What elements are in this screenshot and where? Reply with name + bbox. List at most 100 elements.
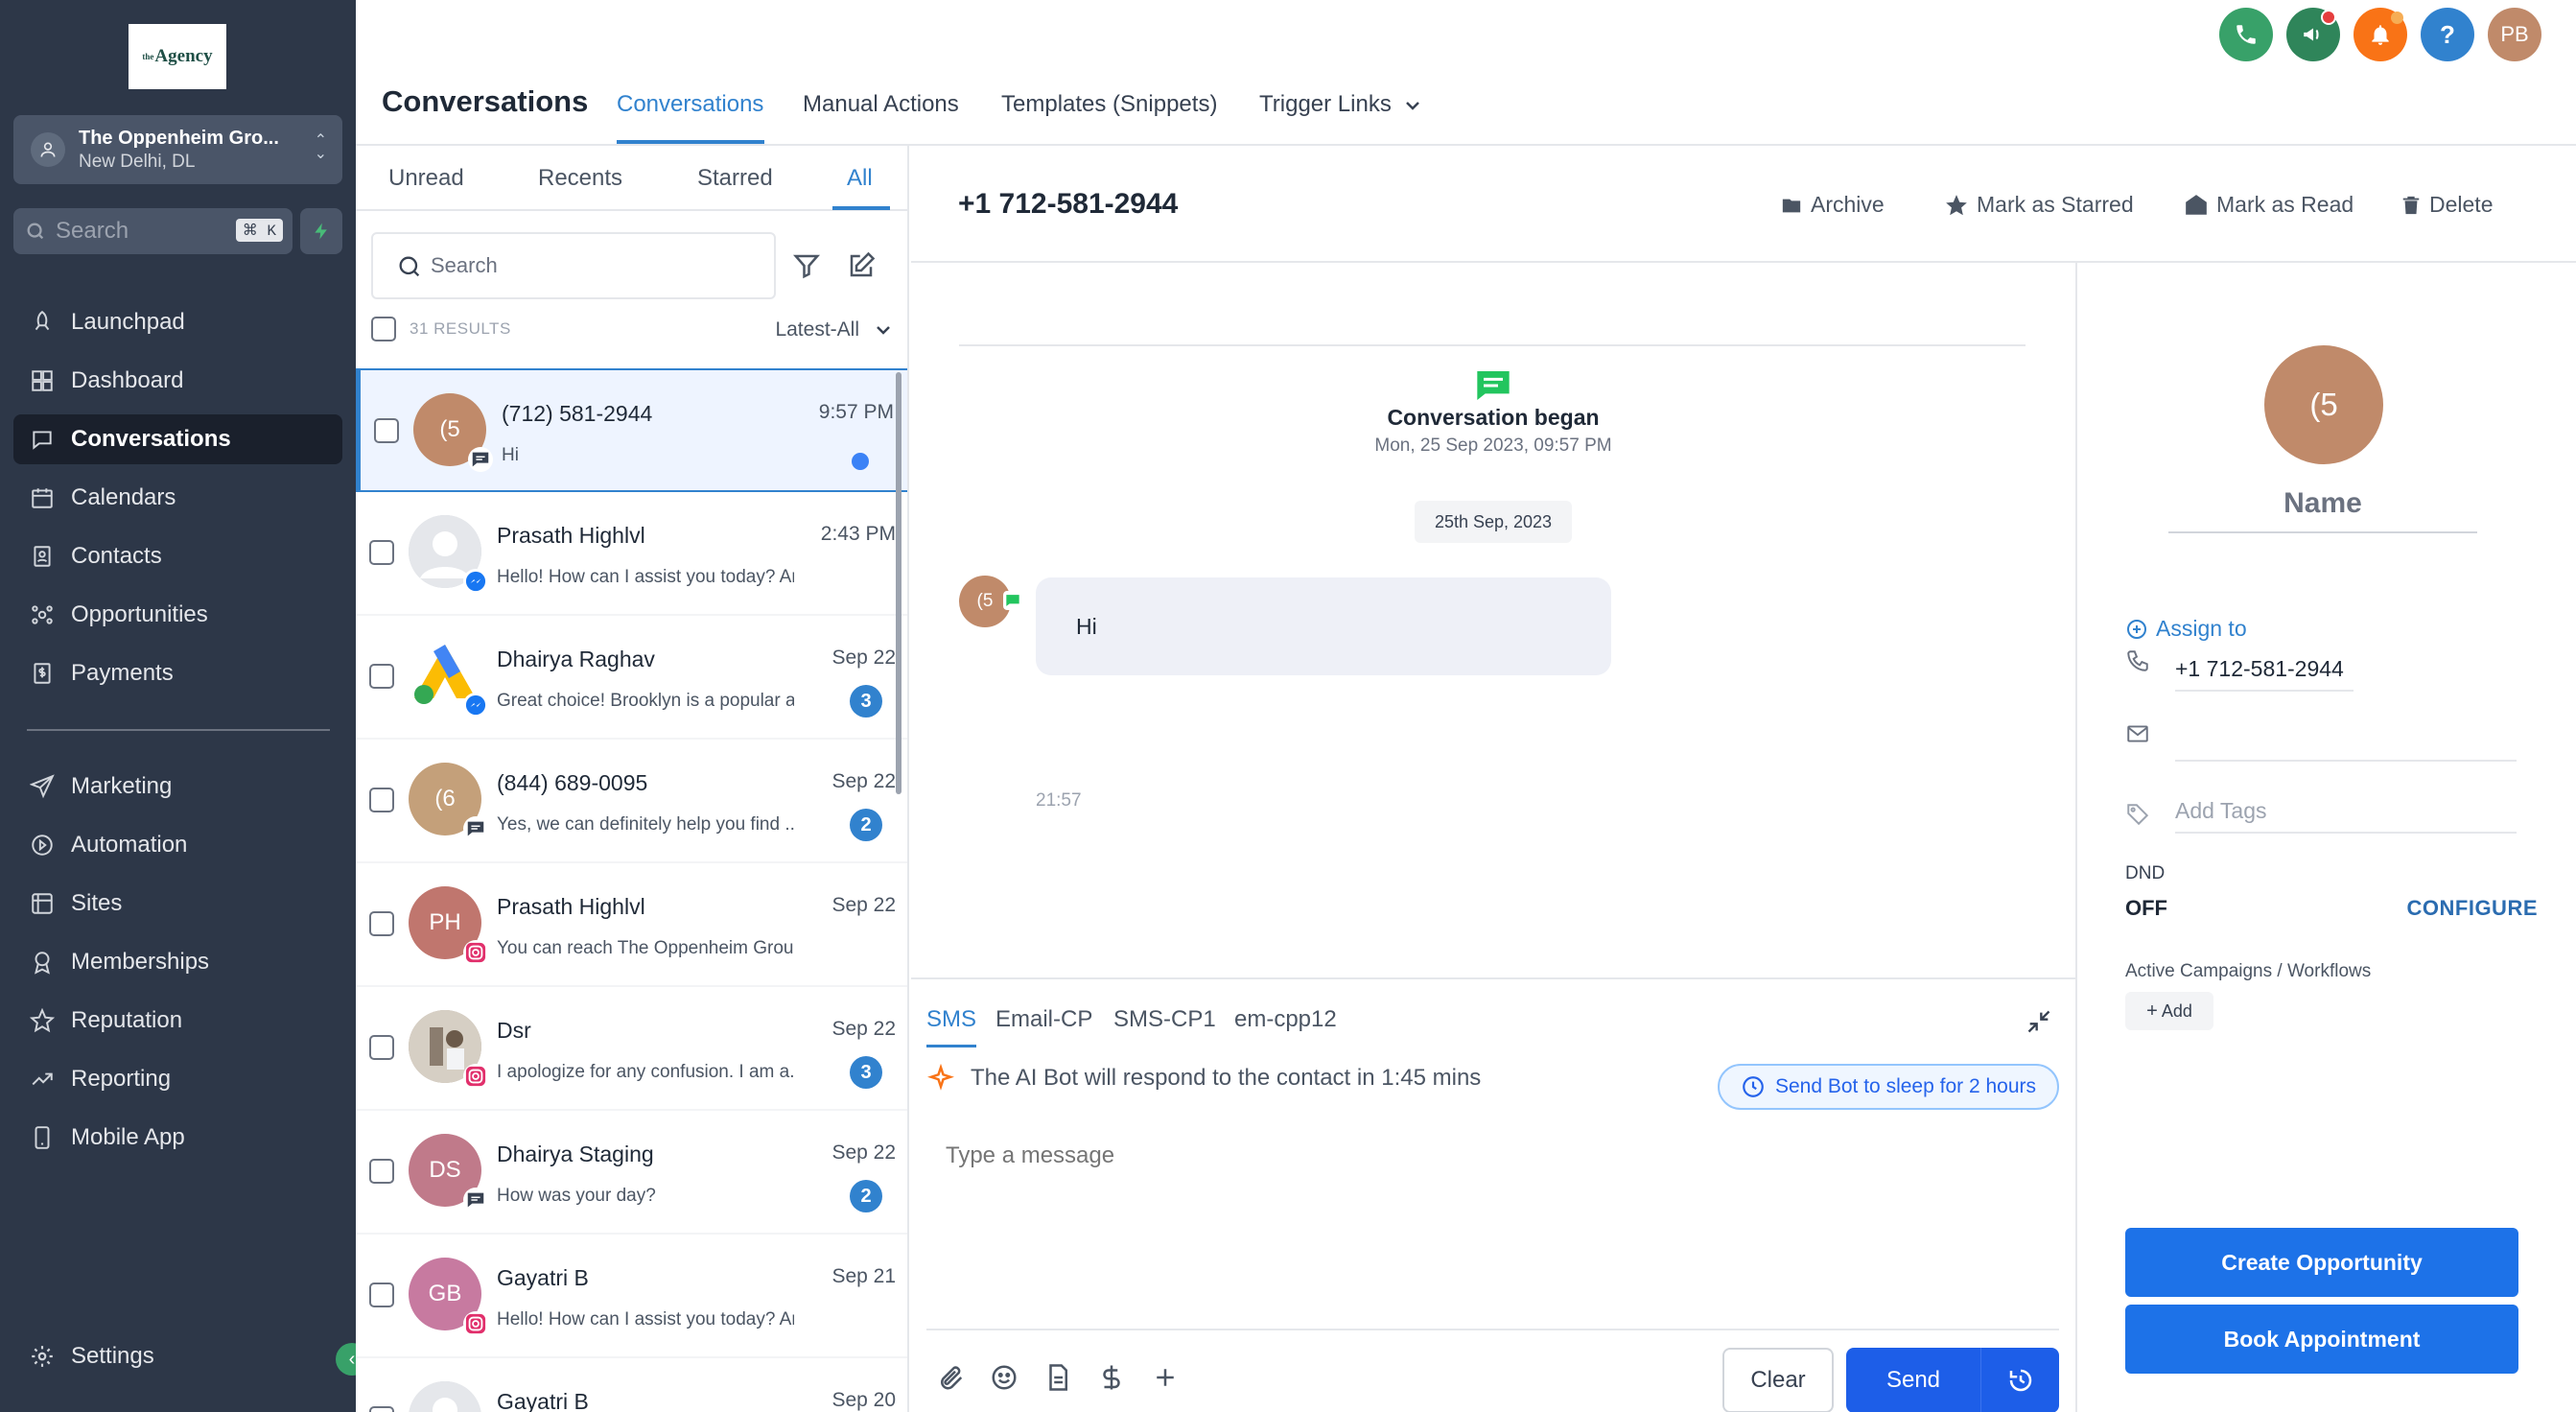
filter-icon[interactable] <box>792 251 821 280</box>
search-shortcut: ⌘ K <box>235 219 283 242</box>
select-all-checkbox[interactable] <box>371 317 396 341</box>
list-item[interactable]: Prasath Highlvl Hello! How can I assist y… <box>356 492 907 616</box>
list-item[interactable]: DS Dhairya Staging How was your day? Sep 22… <box>356 1111 907 1235</box>
sidebar-item-conversations[interactable]: Conversations <box>13 414 342 464</box>
contact-email-field[interactable] <box>2175 725 2517 762</box>
award-icon <box>29 949 56 976</box>
assign-to-button[interactable]: Assign to <box>2125 616 2247 642</box>
phone-button[interactable] <box>2219 8 2273 61</box>
row-checkbox[interactable] <box>369 1283 394 1307</box>
sidebar-item-memberships[interactable]: Memberships <box>13 937 342 987</box>
tab-conversations[interactable]: Conversations <box>617 91 763 118</box>
conversation-header: +1 712-581-2944 Archive Mark as Starred … <box>911 146 2576 263</box>
conversation-search-input[interactable]: Search <box>371 232 776 299</box>
compose-icon[interactable] <box>847 251 876 280</box>
schedule-send-button[interactable] <box>1980 1348 2059 1412</box>
create-opportunity-button[interactable]: Create Opportunity <box>2125 1228 2518 1297</box>
configure-dnd-button[interactable]: CONFIGURE <box>2407 896 2539 921</box>
list-tab-all[interactable]: All <box>847 165 873 192</box>
archive-button[interactable]: Archive <box>1780 192 1885 218</box>
quick-actions-button[interactable] <box>300 208 342 254</box>
list-item[interactable]: Dhairya Raghav Great choice! Brooklyn is … <box>356 616 907 740</box>
sidebar-item-launchpad[interactable]: Launchpad <box>13 297 342 347</box>
contact-phone-row: +1 712-581-2944 <box>2125 648 2354 692</box>
mark-read-button[interactable]: Mark as Read <box>2184 192 2354 218</box>
contact-phone-field[interactable]: +1 712-581-2944 <box>2175 656 2354 692</box>
sidebar-item-payments[interactable]: Payments <box>13 648 342 698</box>
document-icon[interactable] <box>1043 1363 1072 1392</box>
send-bot-sleep-button[interactable]: Send Bot to sleep for 2 hours <box>1718 1064 2059 1110</box>
list-scrollbar[interactable] <box>896 372 902 794</box>
sleep-label: Send Bot to sleep for 2 hours <box>1774 1075 2036 1097</box>
collapse-icon[interactable] <box>2026 1008 2052 1035</box>
sidebar-item-sites[interactable]: Sites <box>13 879 342 929</box>
sidebar-item-calendars[interactable]: Calendars <box>13 473 342 523</box>
plus-icon[interactable] <box>1151 1363 1180 1392</box>
list-tab-starred[interactable]: Starred <box>697 165 773 192</box>
help-button[interactable]: ? <box>2421 8 2474 61</box>
mobile-icon <box>29 1124 56 1151</box>
notifications-button[interactable] <box>2354 8 2407 61</box>
paperclip-icon[interactable] <box>936 1363 965 1392</box>
mark-read-label: Mark as Read <box>2216 192 2354 217</box>
chevron-down-icon <box>1405 102 1419 110</box>
sidebar-item-opportunities[interactable]: Opportunities <box>13 590 342 640</box>
clear-button[interactable]: Clear <box>1722 1348 1834 1412</box>
row-checkbox[interactable] <box>369 1035 394 1060</box>
list-tab-unread[interactable]: Unread <box>388 165 464 192</box>
list-item[interactable]: (5 (712) 581-2944 Hi 9:57 PM <box>356 368 907 492</box>
send-button[interactable]: Send <box>1846 1348 2059 1412</box>
tab-manual-actions[interactable]: Manual Actions <box>803 91 959 118</box>
row-checkbox[interactable] <box>369 1406 394 1412</box>
row-checkbox[interactable] <box>369 664 394 689</box>
contact-name-field[interactable]: Name <box>2168 487 2477 533</box>
ai-bot-text: The AI Bot will respond to the contact i… <box>971 1065 1482 1091</box>
user-avatar[interactable]: PB <box>2488 8 2541 61</box>
add-campaign-button[interactable]: + Add <box>2125 992 2213 1030</box>
sidebar-item-marketing[interactable]: Marketing <box>13 762 342 812</box>
sidebar-item-label: Automation <box>71 832 188 858</box>
row-checkbox[interactable] <box>369 540 394 565</box>
sidebar-item-mobile-app[interactable]: Mobile App <box>13 1113 342 1163</box>
row-checkbox[interactable] <box>369 788 394 812</box>
delete-button[interactable]: Delete <box>2400 192 2493 218</box>
composer-tab-email-cp[interactable]: Email-CP <box>995 1006 1092 1033</box>
sidebar-item-label: Dashboard <box>71 367 184 393</box>
row-checkbox[interactable] <box>369 1159 394 1184</box>
tab-trigger-links-label: Trigger Links <box>1259 91 1392 117</box>
account-switcher[interactable]: The Oppenheim Gro... New Delhi, DL ⌃ ⌄ <box>13 115 342 184</box>
list-item[interactable]: Dsr I apologize for any confusion. I am a… <box>356 987 907 1111</box>
sidebar-item-reporting[interactable]: Reporting <box>13 1054 342 1104</box>
book-appointment-button[interactable]: Book Appointment <box>2125 1305 2518 1374</box>
composer-tab-sms-cp1[interactable]: SMS-CP1 <box>1113 1006 1216 1033</box>
sort-dropdown[interactable]: Latest-All <box>775 318 892 341</box>
message-input[interactable] <box>926 1123 2059 1329</box>
tab-trigger-links[interactable]: Trigger Links <box>1259 91 1421 118</box>
row-checkbox[interactable] <box>374 418 399 443</box>
sidebar-item-contacts[interactable]: Contacts <box>13 531 342 581</box>
sidebar-item-automation[interactable]: Automation <box>13 820 342 870</box>
emoji-icon[interactable] <box>990 1363 1019 1392</box>
list-item[interactable]: PH Prasath Highlvl You can reach The Oppen… <box>356 863 907 987</box>
composer-tab-sms[interactable]: SMS <box>926 1006 976 1033</box>
list-item[interactable]: GB Gayatri B Hello! How can I assist you t… <box>356 1235 907 1358</box>
row-checkbox[interactable] <box>369 911 394 936</box>
tab-templates[interactable]: Templates (Snippets) <box>1001 91 1217 118</box>
plus-icon: + <box>2146 1000 2158 1022</box>
dollar-icon[interactable] <box>1097 1363 1126 1392</box>
sidebar-search[interactable]: Search ⌘ K <box>13 208 293 254</box>
message-time: Sep 22 <box>831 770 896 792</box>
sidebar-item-settings[interactable]: Settings <box>13 1331 342 1381</box>
sidebar-item-reputation[interactable]: Reputation <box>13 996 342 1046</box>
tags-input[interactable]: Add Tags <box>2175 798 2517 834</box>
sidebar-item-dashboard[interactable]: Dashboard <box>13 356 342 406</box>
list-item[interactable]: (6 (844) 689-0095 Yes, we can definitely h… <box>356 740 907 863</box>
mark-starred-button[interactable]: Mark as Starred <box>1944 192 2134 218</box>
logo-text: Agency <box>154 46 213 66</box>
list-item[interactable]: Gayatri B Sep 20 <box>356 1358 907 1412</box>
announcements-button[interactable] <box>2286 8 2340 61</box>
list-tab-recents[interactable]: Recents <box>538 165 622 192</box>
sidebar-item-label: Conversations <box>71 426 231 452</box>
agency-logo[interactable]: the Agency <box>129 24 226 89</box>
composer-tab-em-cpp12[interactable]: em-cpp12 <box>1234 1006 1337 1033</box>
